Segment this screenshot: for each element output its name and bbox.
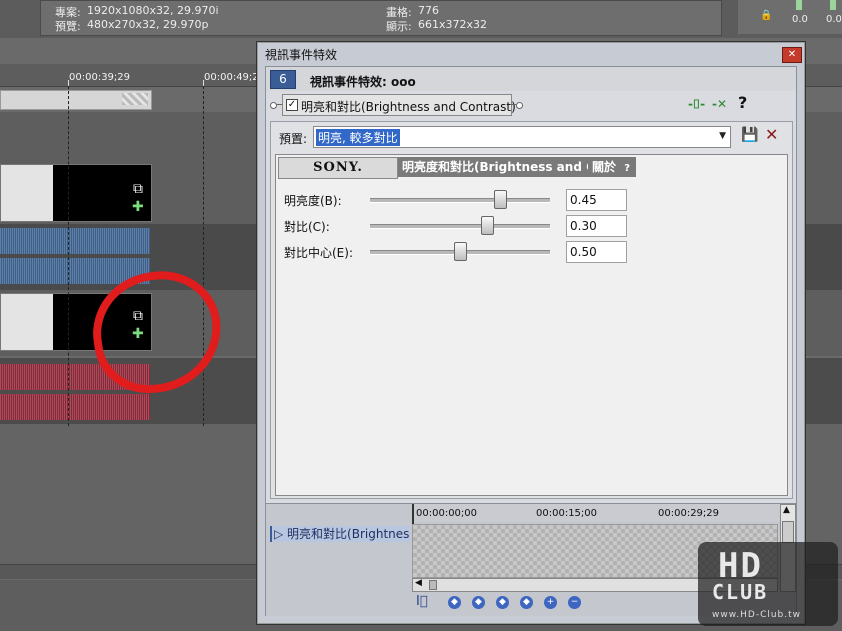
close-icon[interactable]: ✕ [782, 47, 802, 63]
keyframe-ruler[interactable]: 00:00:00;00 00:00:15;00 00:00:29;29 [412, 504, 780, 522]
preview-value: 480x270x32, 29.970p [87, 18, 209, 31]
cursor-line [68, 86, 69, 426]
scroll-left-icon[interactable]: ◀ [415, 578, 422, 588]
preview-label: 預覽: [55, 20, 81, 33]
display-label: 顯示: [386, 20, 412, 33]
slider-knob[interactable] [494, 190, 507, 209]
video-event-1[interactable]: ⧉ ✚ [0, 164, 152, 222]
vscroll-thumb[interactable] [782, 521, 794, 543]
expand-triangle-icon[interactable]: ▷ [274, 527, 287, 541]
preset-value: 明亮, 較多對比 [316, 129, 400, 146]
remove-keyframe-icon[interactable]: − [568, 596, 581, 609]
grid-line [203, 86, 204, 426]
param-value-field[interactable]: 0.30 [566, 215, 627, 237]
project-value: 1920x1080x32, 29.970i [87, 4, 219, 17]
kf-time-2: 00:00:29;29 [658, 508, 720, 519]
about-tab[interactable]: 關於 ? [588, 157, 636, 177]
help-icon[interactable]: ? [738, 93, 747, 112]
prev-keyframe-icon[interactable]: ◆ [472, 596, 485, 609]
kf-time-1: 00:00:15;00 [536, 508, 598, 519]
about-help-icon[interactable]: ? [624, 163, 630, 174]
param-slider[interactable] [370, 224, 550, 229]
scroll-thumb[interactable] [429, 580, 437, 590]
plugin-name-tab: 明亮度和對比(Brightness and C [398, 157, 590, 177]
first-keyframe-icon[interactable]: ◆ [448, 596, 461, 609]
kf-track-label-text: 明亮和對比(Brightnes [287, 527, 410, 541]
fx-chain-item[interactable]: ✓ 明亮和對比(Brightness and Contrast) [282, 94, 516, 116]
plugin-panel: 預置: 明亮, 較多對比 ▼ 💾 ✕ SONY. 明亮度和對比(Brightne… [270, 121, 793, 499]
dialog-header: 6 視訊事件特效: ooo [266, 67, 796, 91]
dialog-body: 6 視訊事件特效: ooo ✓ 明亮和對比(Brightness and Con… [265, 66, 797, 616]
slider-knob[interactable] [454, 242, 467, 261]
next-keyframe-icon[interactable]: ◆ [496, 596, 509, 609]
preset-label: 預置: [279, 132, 308, 146]
ruler-time-2: 00:00:49;2 [204, 72, 259, 83]
hd-club-watermark-logo: HD CLUB www.HD-Club.tw [698, 542, 838, 626]
last-keyframe-icon[interactable]: ◆ [520, 596, 533, 609]
preset-dropdown[interactable]: 明亮, 較多對比 ▼ [313, 126, 731, 148]
params-area: 明亮度(B): 0.45 對比(C): 0.30 對比中心(E): 0.50 [276, 181, 787, 491]
kf-toolbar: I⃞ ◆ ◆ ◆ ◆ + − [412, 594, 612, 612]
slider-knob[interactable] [481, 216, 494, 235]
fx-chain-item-label: 明亮和對比(Brightness and Contrast) [301, 100, 516, 114]
display-value: 661x372x32 [418, 18, 488, 31]
param-label: 對比(C): [284, 220, 330, 234]
audio-meter-panel: 🔒 0.0 0.0 [738, 0, 842, 34]
chevron-down-icon[interactable]: ▼ [719, 131, 726, 141]
meter-bar-right [830, 0, 836, 10]
video-preview-info: 專案: 1920x1080x32, 29.970i 預覽: 480x270x32… [40, 0, 722, 36]
ruler-time-1: 00:00:39;29 [69, 72, 131, 83]
floppy-save-icon[interactable]: 💾 [741, 127, 758, 143]
fx-enable-checkbox[interactable]: ✓ [286, 99, 298, 111]
event-fx-icon[interactable]: ✚ [132, 199, 144, 215]
watermark-sub-text: CLUB [712, 580, 769, 604]
plugin-ui: SONY. 明亮度和對比(Brightness and C 關於 ? 明亮度(B… [275, 154, 788, 496]
lock-icon[interactable]: 🔒 [760, 10, 772, 21]
about-tab-label: 關於 [592, 160, 617, 174]
dialog-title: 視訊事件特效 [265, 48, 338, 62]
meter-left-value: 0.0 [792, 14, 808, 25]
meter-bar-left [796, 0, 802, 10]
delete-x-icon[interactable]: ✕ [765, 125, 778, 144]
audio-waveform-right [0, 394, 150, 420]
param-value-field[interactable]: 0.45 [566, 189, 627, 211]
param-label: 明亮度(B): [284, 194, 342, 208]
chain-end-node [516, 102, 523, 109]
vendor-tab: SONY. [278, 157, 398, 179]
kf-track-label[interactable]: ▷ 明亮和對比(Brightnes [270, 526, 410, 542]
plugin-chain-icon[interactable]: -⌷- [688, 97, 705, 112]
add-keyframe-icon[interactable]: + [544, 596, 557, 609]
param-label: 對比中心(E): [284, 246, 353, 260]
event-number-badge: 6 [270, 70, 296, 89]
param-slider[interactable] [370, 198, 550, 203]
fx-chain-bar: ✓ 明亮和對比(Brightness and Contrast) -⌷- -✕ … [266, 93, 796, 117]
sync-cursor-icon[interactable]: I⃞ [416, 594, 428, 609]
track-accent [270, 526, 272, 542]
watermark-url: www.HD-Club.tw [712, 610, 802, 620]
frame-value: 776 [418, 4, 439, 17]
dialog-header-title: 視訊事件特效: ooo [310, 75, 416, 89]
region-checker [122, 93, 148, 105]
scroll-up-icon[interactable]: ▲ [783, 505, 790, 515]
param-value-field[interactable]: 0.50 [566, 241, 627, 263]
kf-time-0: 00:00:00;00 [416, 508, 478, 519]
audio-waveform-left [0, 228, 150, 254]
event-pan-crop-icon[interactable]: ⧉ [133, 181, 143, 197]
remove-plugin-icon[interactable]: -✕ [712, 97, 727, 111]
meter-right-value: 0.0 [826, 14, 842, 25]
video-event-fx-dialog: 視訊事件特效 ✕ 6 視訊事件特效: ooo ✓ 明亮和對比(Brightnes… [256, 41, 806, 625]
